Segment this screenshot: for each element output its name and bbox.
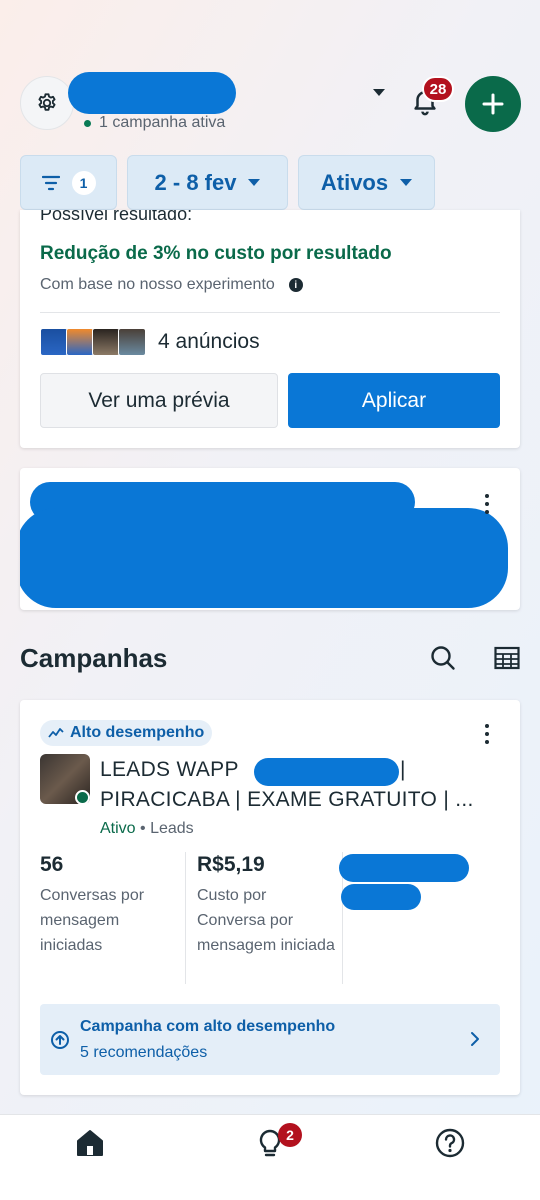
recommendations-banner-subtitle: 5 recomendações	[80, 1044, 208, 1061]
account-status: 1 campanha ativa	[84, 114, 225, 132]
metric-divider	[185, 852, 186, 984]
metric-value: R$5,19	[197, 853, 265, 876]
redacted-card	[20, 468, 520, 610]
status-filter-label: Ativos	[320, 169, 389, 195]
plus-icon	[482, 93, 504, 115]
recommendation-subtext-label: Com base no nosso experimento	[40, 276, 275, 293]
active-status-dot	[75, 790, 90, 805]
help-icon[interactable]	[434, 1127, 466, 1159]
bottom-navigation: 2	[0, 1114, 540, 1200]
campaign-name-line1: LEADS WAPP	[100, 758, 239, 781]
active-dot	[84, 119, 91, 127]
recommendations-count-badge: 2	[278, 1123, 302, 1147]
metric-value: 56	[40, 853, 64, 876]
metric-redacted	[341, 884, 421, 910]
info-icon[interactable]: i	[288, 278, 303, 292]
high-performance-label: Alto desempenho	[70, 724, 205, 741]
ad-thumbnail	[66, 328, 94, 356]
create-button[interactable]	[465, 76, 521, 132]
recommendations-banner[interactable]: Campanha com alto desempenho 5 recomenda…	[40, 1004, 500, 1075]
chevron-down-icon	[400, 179, 413, 186]
trend-icon	[48, 728, 64, 738]
gear-icon	[38, 93, 56, 111]
campaigns-title: Campanhas	[20, 643, 168, 673]
ad-thumbnail	[118, 328, 146, 356]
ads-summary: 4 anúncios	[40, 328, 260, 356]
more-options-icon[interactable]	[484, 494, 490, 514]
apply-button[interactable]: Aplicar	[288, 373, 500, 428]
divider	[40, 312, 500, 313]
arrow-up-circle-icon	[51, 1031, 69, 1049]
chevron-right-icon	[471, 1032, 479, 1046]
metric-conversations: 56 Conversas por mensagem iniciadas	[40, 853, 180, 958]
redacted-content	[20, 508, 508, 608]
recommendation-headline: Redução de 3% no custo por resultado	[40, 243, 392, 264]
ads-count-label: 4 anúncios	[158, 330, 260, 353]
recommendation-card: Possível resultado: Redução de 3% no cus…	[20, 210, 520, 448]
home-icon[interactable]	[74, 1127, 106, 1159]
date-range-label: 2 - 8 fev	[154, 169, 237, 195]
date-range-dropdown[interactable]: 2 - 8 fev	[127, 155, 288, 210]
account-dropdown-icon[interactable]	[373, 89, 385, 96]
account-name-redacted[interactable]	[68, 72, 236, 114]
metric-cost-per-conversation: R$5,19 Custo por Conversa por mensagem i…	[197, 853, 337, 958]
filter-count-badge: 1	[71, 170, 96, 195]
high-performance-badge: Alto desempenho	[40, 720, 213, 746]
more-options-icon[interactable]	[484, 724, 490, 744]
notifications-count-badge: 28	[422, 76, 454, 102]
campaign-name-line2: PIRACICABA | EXAME GRATUITO | ...	[100, 788, 474, 811]
recommendation-cut-text: Possível resultado:	[40, 210, 193, 224]
metric-redacted	[339, 854, 469, 882]
chevron-down-icon	[248, 179, 261, 186]
filter-icon	[41, 175, 60, 190]
campaign-meta: Ativo • Leads	[100, 820, 194, 838]
campaign-objective: • Leads	[140, 820, 194, 837]
recommendation-subtext: Com base no nosso experimento i	[40, 276, 303, 294]
campaign-card[interactable]: Alto desempenho LEADS WAPP | PIRACICABA …	[20, 700, 520, 1095]
top-bar: 1 campanha ativa 28	[20, 72, 521, 136]
filter-button[interactable]: 1	[20, 155, 117, 210]
ad-thumbnail	[40, 328, 68, 356]
campaign-status: Ativo	[100, 820, 136, 837]
account-status-text: 1 campanha ativa	[99, 114, 226, 131]
settings-button[interactable]	[20, 76, 74, 130]
table-view-icon[interactable]	[494, 646, 520, 670]
status-dropdown[interactable]: Ativos	[298, 155, 435, 210]
preview-button[interactable]: Ver uma prévia	[40, 373, 278, 428]
metric-label: Custo por Conversa por mensagem iniciada	[197, 887, 335, 954]
campaign-name-redacted	[254, 758, 399, 786]
campaign-name-separator: |	[400, 758, 406, 781]
metric-label: Conversas por mensagem iniciadas	[40, 887, 145, 954]
filter-bar: 1 2 - 8 fev Ativos	[20, 155, 435, 210]
ad-thumbnail	[92, 328, 120, 356]
recommendations-banner-title: Campanha com alto desempenho	[80, 1018, 336, 1035]
search-icon[interactable]	[430, 645, 456, 671]
